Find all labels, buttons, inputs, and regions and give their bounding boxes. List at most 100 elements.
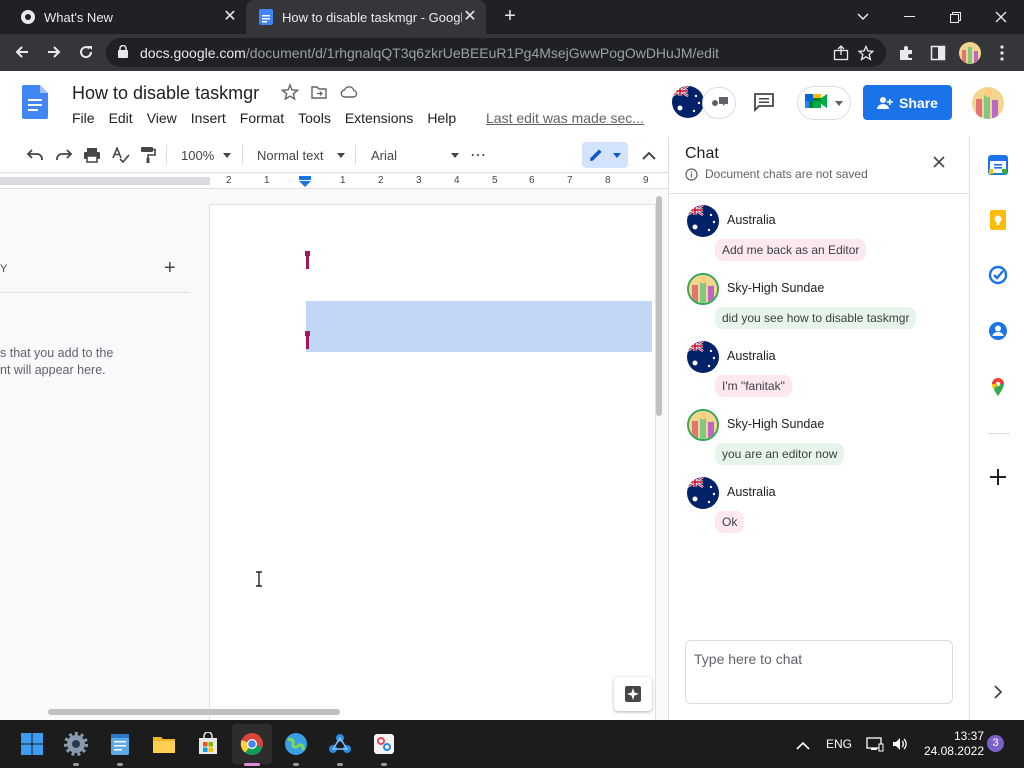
language-indicator[interactable]: ENG	[826, 737, 852, 751]
edge-globe-icon[interactable]	[284, 732, 308, 756]
extensions-icon[interactable]	[896, 43, 916, 63]
bookmark-star-icon[interactable]	[856, 43, 876, 63]
chevron-down-icon	[337, 153, 345, 158]
hide-menus-icon[interactable]	[642, 145, 656, 165]
share-page-icon[interactable]	[831, 43, 851, 63]
snipping-tool-icon[interactable]	[372, 732, 396, 756]
zoom-select[interactable]: 100%	[181, 145, 233, 165]
explore-button[interactable]	[614, 677, 652, 711]
account-avatar[interactable]	[972, 87, 1004, 119]
chat-input[interactable]: Type here to chat	[685, 640, 953, 704]
add-addon-icon[interactable]	[988, 467, 1008, 487]
message-text: did you see how to disable taskmgr	[715, 307, 917, 329]
chevron-down-icon	[835, 100, 843, 106]
windows-start-icon[interactable]	[20, 732, 44, 756]
undo-icon[interactable]	[26, 145, 44, 165]
minimize-icon[interactable]	[886, 0, 932, 34]
restore-icon[interactable]	[932, 0, 978, 34]
paint-format-icon[interactable]	[140, 145, 156, 165]
file-explorer-icon[interactable]	[152, 732, 176, 756]
forward-icon[interactable]	[42, 40, 66, 64]
contacts-icon[interactable]	[988, 321, 1008, 341]
browser-tab-strip: What's New ✕ How to disable taskmgr - Go…	[0, 0, 1024, 34]
chat-divider	[669, 193, 970, 194]
font-select[interactable]: Arial	[371, 145, 459, 165]
move-folder-icon[interactable]	[310, 83, 328, 101]
running-indicator	[117, 763, 123, 766]
tab-search-icon[interactable]	[840, 0, 886, 34]
close-window-icon[interactable]	[978, 0, 1024, 34]
spellcheck-icon[interactable]	[112, 145, 130, 165]
ruler-label: 8	[605, 175, 611, 186]
print-icon[interactable]	[83, 145, 101, 165]
close-tab-icon[interactable]: ✕	[222, 9, 238, 25]
volume-icon[interactable]	[891, 736, 909, 752]
settings-gear-icon[interactable]	[64, 732, 88, 756]
comments-icon[interactable]	[753, 92, 775, 113]
comment-history-icon[interactable]	[702, 87, 736, 119]
horizontal-scrollbar[interactable]	[48, 709, 340, 715]
indent-marker-icon[interactable]	[299, 175, 311, 187]
close-icon[interactable]	[933, 153, 945, 171]
menu-file[interactable]: File	[72, 110, 95, 126]
menu-insert[interactable]: Insert	[191, 110, 226, 126]
menu-extensions[interactable]: Extensions	[345, 110, 413, 126]
chat-title: Chat	[685, 145, 719, 162]
close-tab-icon[interactable]: ✕	[462, 9, 478, 25]
network-icon[interactable]	[866, 736, 884, 752]
message-sender: Sky-High Sundae	[727, 281, 825, 295]
keep-icon[interactable]	[988, 210, 1008, 230]
cloud-saved-icon[interactable]	[340, 83, 358, 101]
redo-icon[interactable]	[55, 145, 73, 165]
chat-note-text: Document chats are not saved	[705, 167, 868, 181]
tab-docs[interactable]: How to disable taskmgr - Google ✕	[246, 0, 486, 34]
star-icon[interactable]	[280, 83, 300, 101]
url-input[interactable]: docs.google.com/document/d/1rhgnalqQT3q6…	[106, 38, 886, 67]
store-icon[interactable]	[196, 731, 220, 756]
last-edit-link[interactable]: Last edit was made sec...	[486, 110, 644, 126]
chrome-menu-icon[interactable]	[992, 43, 1012, 63]
maps-icon[interactable]	[988, 377, 1008, 397]
calendar-icon[interactable]	[988, 155, 1008, 175]
document-page[interactable]	[210, 205, 655, 720]
notepad-icon[interactable]	[108, 732, 132, 756]
menu-edit[interactable]: Edit	[109, 110, 133, 126]
add-summary-icon[interactable]: +	[164, 258, 176, 278]
collaborator-avatar-australia[interactable]	[672, 86, 704, 118]
message-text: Ok	[715, 511, 745, 533]
info-icon	[685, 167, 698, 181]
tray-overflow-chevron-icon[interactable]	[796, 738, 810, 750]
share-button[interactable]: Share	[863, 85, 952, 120]
chevron-right-icon[interactable]	[988, 682, 1008, 702]
tasks-icon[interactable]	[988, 265, 1008, 285]
toolbar-divider	[242, 145, 243, 165]
tab-whats-new[interactable]: What's New ✕	[0, 0, 246, 34]
network-app-icon[interactable]	[328, 732, 352, 756]
message-text: Add me back as an Editor	[715, 239, 867, 261]
menu-tools[interactable]: Tools	[298, 110, 331, 126]
profile-avatar[interactable]	[959, 42, 981, 64]
new-tab-icon[interactable]: +	[500, 6, 520, 26]
menu-help[interactable]: Help	[427, 110, 456, 126]
sundae-avatar	[687, 409, 719, 441]
menu-format[interactable]: Format	[240, 110, 284, 126]
running-indicator	[293, 763, 299, 766]
more-tools-icon[interactable]: ⋯	[470, 145, 486, 165]
clock[interactable]: 13:37 24.08.2022	[922, 729, 984, 759]
chat-note: Document chats are not saved	[685, 167, 868, 181]
docs-logo-icon[interactable]	[22, 85, 48, 119]
reload-icon[interactable]	[74, 40, 98, 64]
meet-button[interactable]	[797, 86, 851, 120]
outline-heading: Y	[0, 263, 9, 275]
chat-panel: Chat Document chats are not saved Austra…	[668, 137, 970, 720]
vertical-scrollbar[interactable]	[656, 196, 662, 416]
editing-mode-button[interactable]	[582, 142, 628, 168]
back-icon[interactable]	[10, 40, 34, 64]
paragraph-style-select[interactable]: Normal text	[257, 145, 345, 165]
notification-badge[interactable]: 3	[987, 735, 1004, 752]
message-text: I'm "fanitak"	[715, 375, 792, 397]
side-panel-icon[interactable]	[928, 43, 948, 63]
menu-view[interactable]: View	[147, 110, 177, 126]
document-title[interactable]: How to disable taskmgr	[72, 83, 259, 104]
chrome-icon[interactable]	[240, 732, 264, 756]
